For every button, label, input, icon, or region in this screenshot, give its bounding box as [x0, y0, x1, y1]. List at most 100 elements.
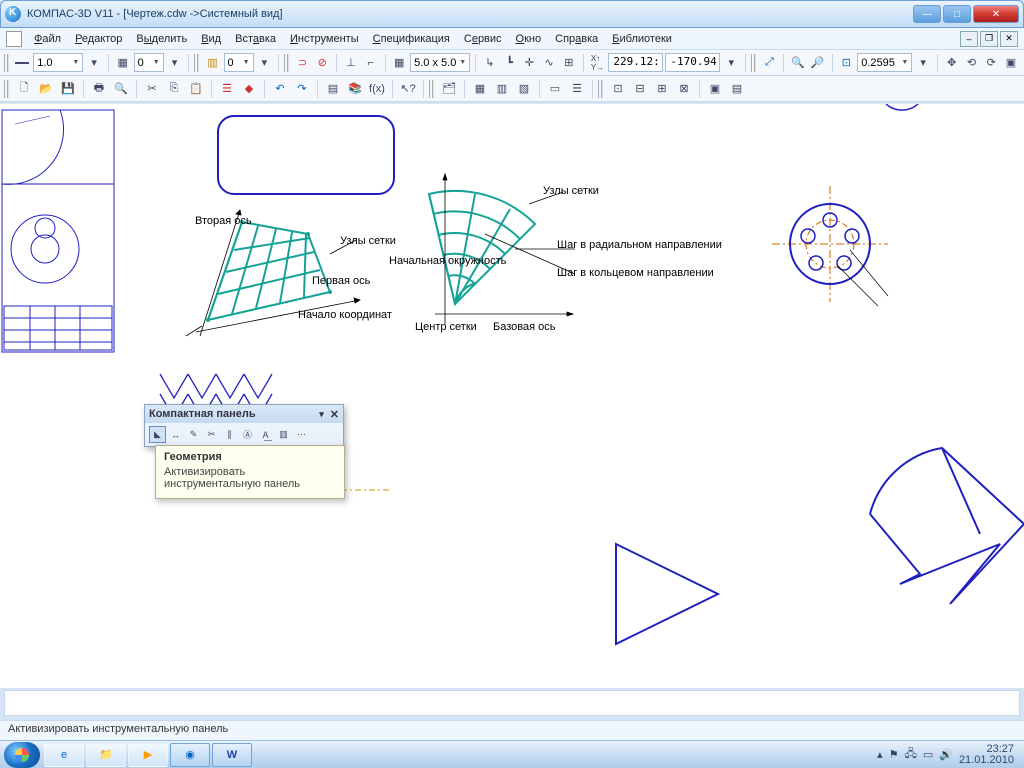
layer-button[interactable]: ▦ [114, 53, 132, 73]
scale-stepper[interactable]: ▾ [85, 53, 103, 73]
grid-combo[interactable]: 5.0 x 5.0▼ [410, 53, 470, 72]
toolbar-grip[interactable] [4, 54, 9, 72]
start-button[interactable] [4, 742, 40, 768]
task-kompas-button[interactable]: ◉ [170, 743, 210, 767]
manager-button[interactable]: ▤ [323, 79, 343, 99]
sheet-format-button[interactable]: ▧ [514, 79, 534, 99]
tree-button[interactable]: 🗂 [439, 79, 459, 99]
panel-edit-button[interactable]: ✂ [203, 426, 220, 443]
compact-panel[interactable]: Компактная панель ▾ ✕ ◣ ↔ ✎ ✂ ∥ Ⓐ A͟ ▥ ⋯ [144, 404, 344, 447]
menu-spec[interactable]: Спецификация [367, 31, 456, 47]
tangent-button[interactable]: ∿ [540, 53, 558, 73]
tray-clock[interactable]: 23:27 21.01.2010 [959, 744, 1014, 766]
menu-tools[interactable]: Инструменты [284, 31, 365, 47]
menu-select[interactable]: Выделить [130, 31, 193, 47]
step-stepper[interactable]: ▾ [166, 53, 184, 73]
property-bar[interactable] [4, 690, 1020, 716]
panel-param-button[interactable]: ∥ [221, 426, 238, 443]
menu-insert[interactable]: Вставка [229, 31, 282, 47]
menu-help[interactable]: Справка [549, 31, 604, 47]
open-button[interactable]: 📂 [36, 79, 56, 99]
compact-panel-close-icon[interactable]: ✕ [330, 408, 339, 421]
constraints-button[interactable]: ⊞ [560, 53, 578, 73]
task-word-button[interactable]: W [212, 743, 252, 767]
zoom-in-button[interactable]: 🔍 [789, 53, 807, 73]
panel-more-button[interactable]: ⋯ [293, 426, 310, 443]
sheet-layers-button[interactable]: ▦ [470, 79, 490, 99]
axes-button[interactable]: ┗ [501, 53, 519, 73]
delete-button[interactable]: ◆ [239, 79, 259, 99]
zoom-fit-button[interactable]: ⤢ [761, 53, 779, 73]
copy-button[interactable]: ⎘ [164, 79, 184, 99]
system-tray[interactable]: ▴ ⚑ 🖧 ▭ 🔊 23:27 21.01.2010 [877, 744, 1020, 766]
toolbar-grip-4[interactable] [751, 54, 756, 72]
view-refresh-button[interactable]: ⟳ [982, 53, 1000, 73]
rounding-button[interactable]: ⌐ [362, 53, 380, 73]
tray-network-icon[interactable]: 🖧 [905, 745, 917, 764]
linestyle-button[interactable] [14, 53, 32, 73]
redo-button[interactable]: ↷ [292, 79, 312, 99]
assoc5-button[interactable]: ▣ [705, 79, 725, 99]
tray-volume-icon[interactable]: 🔊 [939, 748, 953, 761]
variables-button[interactable]: f(x) [367, 79, 387, 99]
view-redraw-button[interactable]: ▣ [1002, 53, 1020, 73]
assoc6-button[interactable]: ▤ [727, 79, 747, 99]
menu-window[interactable]: Окно [510, 31, 548, 47]
assoc1-button[interactable]: ⊡ [608, 79, 628, 99]
assoc2-button[interactable]: ⊟ [630, 79, 650, 99]
panel-dimensions-button[interactable]: ↔ [167, 426, 184, 443]
grid-button[interactable]: ▦ [390, 53, 408, 73]
zoom-combo[interactable]: 0.2595▼ [857, 53, 912, 72]
sheet-views-button[interactable]: ▥ [492, 79, 512, 99]
zoom-window-button[interactable]: ⊡ [838, 53, 856, 73]
task-media-button[interactable]: ▶ [128, 743, 168, 767]
panel-select-button[interactable]: A͟ [257, 426, 274, 443]
tray-show-hidden-icon[interactable]: ▴ [877, 748, 883, 761]
assoc4-button[interactable]: ⊠ [674, 79, 694, 99]
ortho-button[interactable]: ⊥ [342, 53, 360, 73]
task-ie-button[interactable]: e [44, 743, 84, 767]
snap-magnet-button[interactable]: ⊃ [294, 53, 312, 73]
assoc3-button[interactable]: ⊞ [652, 79, 672, 99]
menu-file[interactable]: Файл [28, 31, 67, 47]
local-cs-button[interactable]: ↳ [481, 53, 499, 73]
toolbar-grip-7[interactable] [598, 80, 603, 98]
cursor-button[interactable]: ✛ [521, 53, 539, 73]
menu-service[interactable]: Сервис [458, 31, 508, 47]
task-explorer-button[interactable]: 📁 [86, 743, 126, 767]
menu-view[interactable]: Вид [195, 31, 227, 47]
preview-button[interactable]: 🔍 [111, 79, 131, 99]
window-minimize-button[interactable]: — [913, 5, 941, 23]
library-button[interactable]: 📚 [345, 79, 365, 99]
compact-panel-pin-icon[interactable]: ▾ [319, 409, 324, 420]
menu-libs[interactable]: Библиотеки [606, 31, 678, 47]
toolbar-grip-5[interactable] [4, 80, 9, 98]
zoom-out-button[interactable]: 🔎 [809, 53, 827, 73]
window-close-button[interactable]: ✕ [973, 5, 1019, 23]
pan-button[interactable]: ✥ [943, 53, 961, 73]
tray-lang-icon[interactable]: ▭ [923, 748, 933, 761]
window-maximize-button[interactable]: □ [943, 5, 971, 23]
print-button[interactable]: 🖶 [89, 79, 109, 99]
toolbar-grip-3[interactable] [284, 54, 289, 72]
paste-button[interactable]: 📋 [186, 79, 206, 99]
new-button[interactable]: 🗋 [14, 79, 34, 99]
panel-geometry-button[interactable]: ◣ [149, 426, 166, 443]
step-combo[interactable]: 0▼ [134, 53, 164, 72]
view-prev-button[interactable]: ⟲ [963, 53, 981, 73]
zoom-stepper[interactable]: ▾ [914, 53, 932, 73]
coord-stepper[interactable]: ▾ [722, 53, 740, 73]
panel-measure-button[interactable]: Ⓐ [239, 426, 256, 443]
toolbar-grip-2[interactable] [194, 54, 199, 72]
menu-edit[interactable]: Редактор [69, 31, 128, 47]
layers-button[interactable]: ▥ [204, 53, 222, 73]
layer-combo[interactable]: 0▼ [224, 53, 254, 72]
tray-flag-icon[interactable]: ⚑ [889, 748, 899, 761]
cut-button[interactable]: ✂ [142, 79, 162, 99]
panel-notation-button[interactable]: ✎ [185, 426, 202, 443]
undo-button[interactable]: ↶ [270, 79, 290, 99]
mdi-minimize-button[interactable]: – [960, 31, 978, 47]
layer-stepper[interactable]: ▾ [256, 53, 274, 73]
drawing-canvas[interactable]: Вторая ось Узлы сетки Первая ось Начало … [0, 104, 1024, 688]
snap-cross-button[interactable]: ⊘ [313, 53, 331, 73]
